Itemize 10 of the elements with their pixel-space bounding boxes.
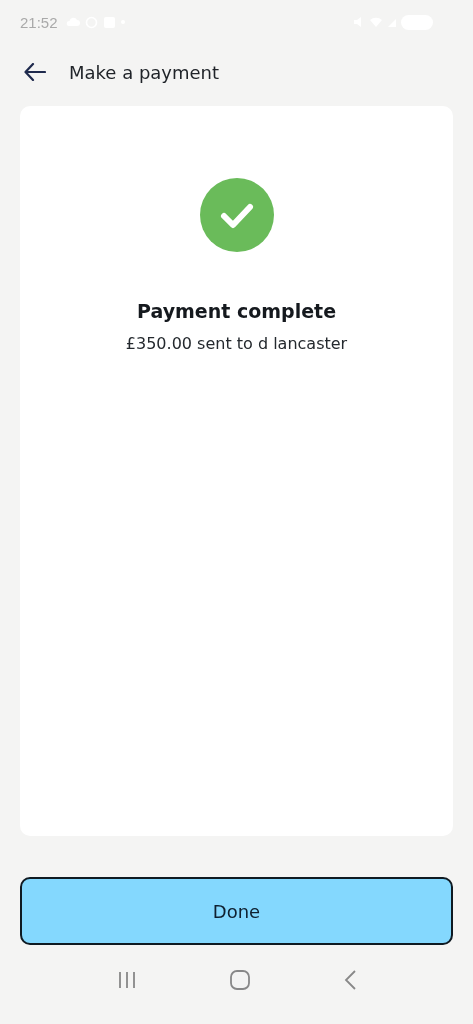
result-title: Payment complete <box>137 300 336 322</box>
page-title: Make a payment <box>69 61 220 83</box>
success-check-icon <box>199 178 274 252</box>
back-arrow-icon[interactable] <box>24 63 46 81</box>
home-icon[interactable] <box>230 969 251 990</box>
done-button[interactable]: Done <box>20 877 453 945</box>
status-time: 21:52 <box>20 13 58 31</box>
result-message: £350.00 sent to d lancaster <box>125 334 348 353</box>
back-icon[interactable] <box>344 969 357 990</box>
recent-apps-icon[interactable] <box>116 970 137 989</box>
